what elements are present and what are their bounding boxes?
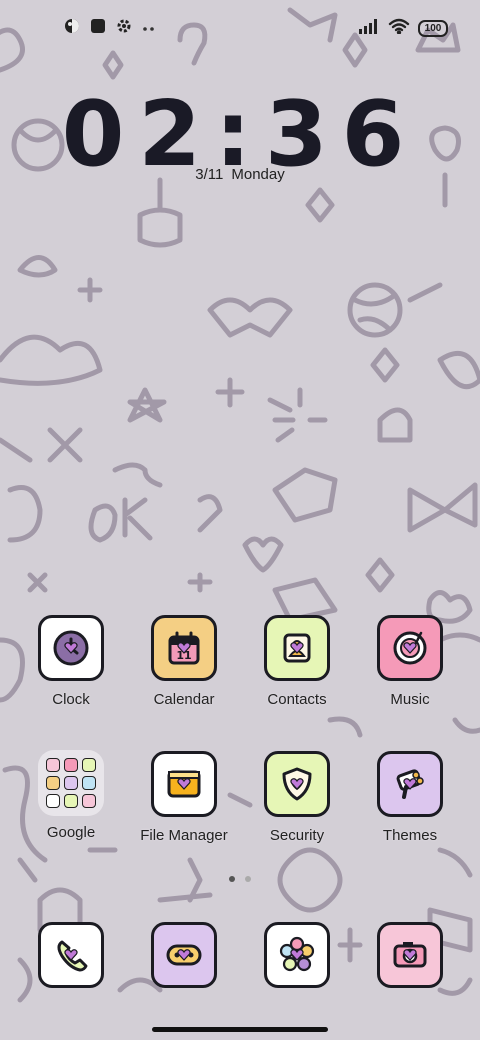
- app-label-contacts: Contacts: [267, 691, 327, 708]
- signal-icon: [358, 18, 380, 39]
- camera-icon: [377, 922, 443, 988]
- page-dot-active[interactable]: [229, 876, 235, 882]
- app-label-clock: Clock: [52, 691, 90, 708]
- security-app-icon: [264, 751, 330, 817]
- mini-app-icon: [46, 776, 60, 790]
- clock-date[interactable]: 3/11 Monday: [0, 166, 480, 183]
- app-calendar[interactable]: 11 Calendar: [128, 615, 240, 708]
- weekday: Monday: [231, 166, 285, 183]
- mini-app-icon: [64, 758, 78, 772]
- file-manager-app-icon: [151, 751, 217, 817]
- status-bar: 100: [0, 0, 480, 56]
- home-gesture-bar[interactable]: [152, 1027, 328, 1032]
- contacts-app-icon: [264, 615, 330, 681]
- dock-app-messages[interactable]: [128, 922, 240, 988]
- phone-icon: [38, 922, 104, 988]
- themes-app-icon: [377, 751, 443, 817]
- mini-app-icon: [64, 794, 78, 808]
- app-label-google: Google: [46, 824, 96, 841]
- app-file-manager[interactable]: File Manager: [128, 751, 240, 844]
- more-dots-icon: [142, 20, 156, 38]
- battery-icon: 100: [418, 20, 448, 37]
- calendar-app-icon: 11: [151, 615, 217, 681]
- theme-icon: [64, 18, 80, 39]
- app-label-calendar: Calendar: [153, 691, 215, 708]
- mini-app-icon: [82, 794, 96, 808]
- mini-app-icon: [64, 776, 78, 790]
- messages-icon: [151, 922, 217, 988]
- folder-google[interactable]: Google: [15, 750, 127, 841]
- dock-app-phone[interactable]: [15, 922, 127, 988]
- square-app-icon: [90, 18, 106, 39]
- app-themes[interactable]: Themes: [354, 751, 466, 844]
- gallery-flower-icon: [264, 922, 330, 988]
- mini-app-icon: [46, 794, 60, 808]
- mini-app-icon: [82, 776, 96, 790]
- dock-app-camera[interactable]: [354, 922, 466, 988]
- google-folder-icon: [38, 750, 104, 816]
- app-security[interactable]: Security: [241, 751, 353, 844]
- page-indicator[interactable]: [0, 876, 480, 882]
- app-label-file-manager: File Manager: [140, 827, 228, 844]
- app-label-themes: Themes: [382, 827, 438, 844]
- wifi-icon: [388, 18, 410, 39]
- music-app-icon: [377, 615, 443, 681]
- clock-app-icon: [38, 615, 104, 681]
- mini-app-icon: [82, 758, 96, 772]
- mini-app-icon: [46, 758, 60, 772]
- app-label-music: Music: [390, 691, 430, 708]
- page-dot[interactable]: [245, 876, 251, 882]
- date-value: 3/11: [195, 166, 224, 183]
- app-clock[interactable]: Clock: [15, 615, 127, 708]
- dock-app-gallery[interactable]: [241, 922, 353, 988]
- app-contacts[interactable]: Contacts: [241, 615, 353, 708]
- app-music[interactable]: Music: [354, 615, 466, 708]
- settings-gear-icon: [116, 18, 132, 39]
- app-label-security: Security: [269, 827, 325, 844]
